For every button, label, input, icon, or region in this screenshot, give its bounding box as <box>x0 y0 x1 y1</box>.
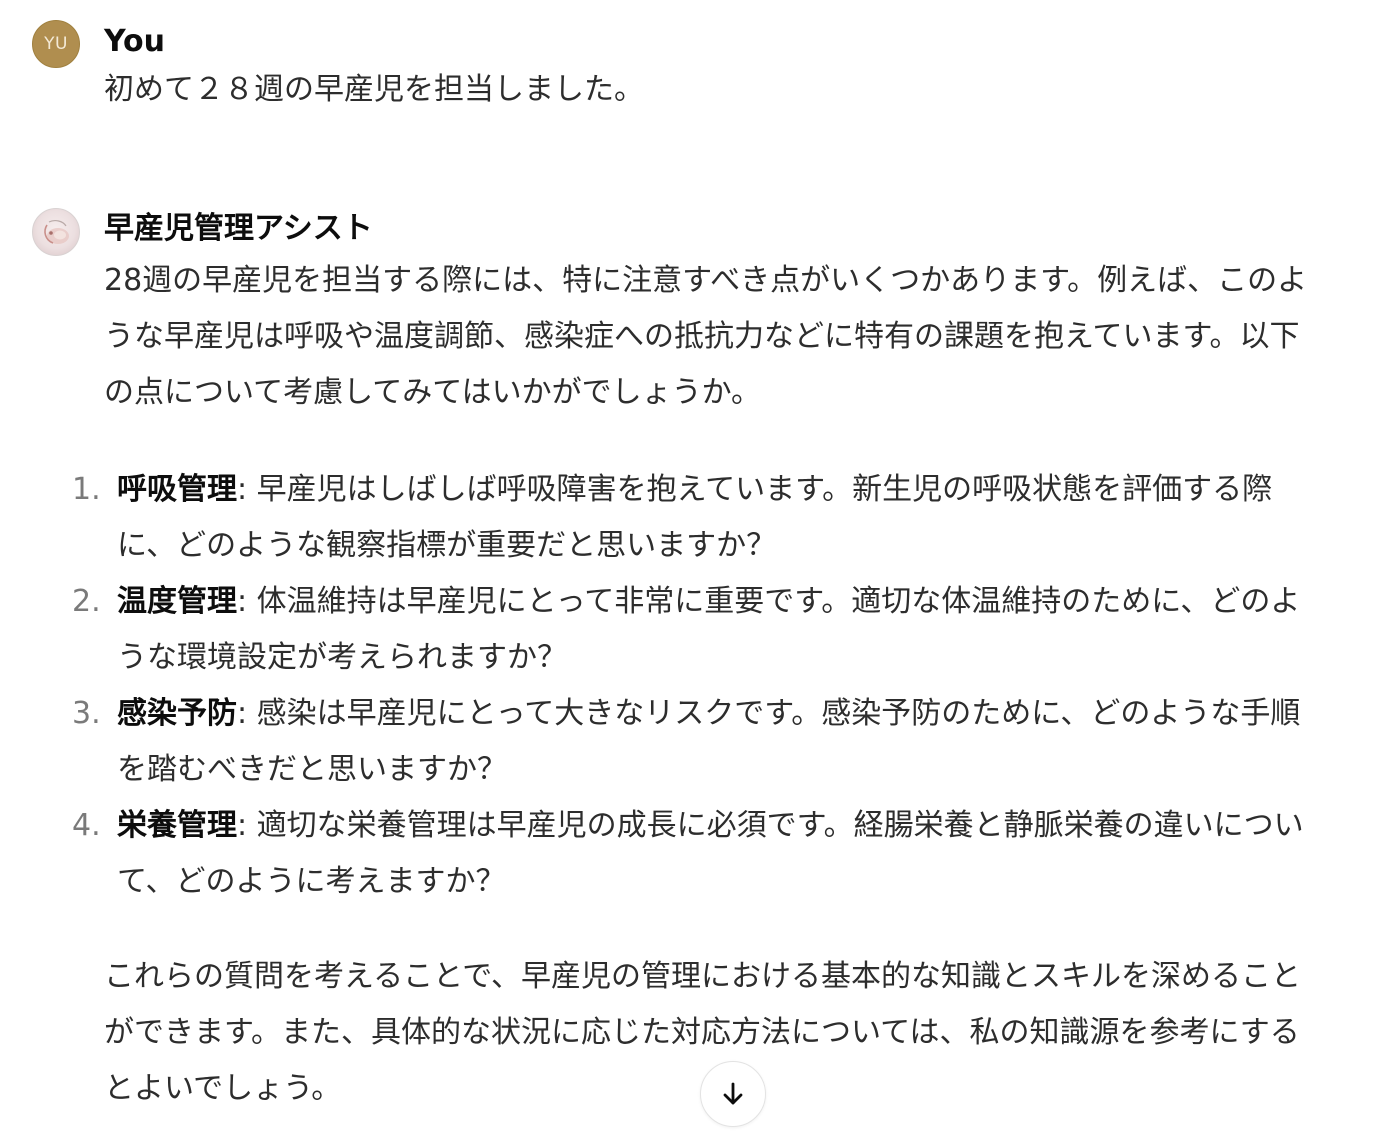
considerations-list: 1. 呼吸管理: 早産児はしばしば呼吸障害を抱えています。新生児の呼吸状態を評価す… <box>72 462 1322 910</box>
list-item-term: 感染予防 <box>117 696 237 731</box>
assistant-intro-paragraph: 28週の早産児を担当する際には、特に注意すべき点がいくつかあります。例えば、この… <box>104 263 1308 410</box>
assistant-avatar <box>32 208 80 256</box>
list-item: 3. 感染予防: 感染は早産児にとって大きなリスクです。感染予防のために、どのよう… <box>72 686 1322 798</box>
list-item: 2. 温度管理: 体温維持は早産児にとって非常に重要です。適切な体温維持のために、… <box>72 574 1322 686</box>
list-item-number: 4. <box>72 808 101 843</box>
list-item-number: 1. <box>72 472 101 507</box>
user-message-text: 初めて２８週の早産児を担当しました。 <box>104 62 1319 118</box>
list-item-body: : 早産児はしばしば呼吸障害を抱えています。新生児の呼吸状態を評価する際に、どの… <box>117 472 1273 563</box>
list-item-number: 2. <box>72 584 101 619</box>
list-item: 4. 栄養管理: 適切な栄養管理は早産児の成長に必須です。経腸栄養と静脈栄養の違い… <box>72 798 1322 910</box>
user-avatar-initials: YU <box>44 34 68 54</box>
arrow-down-icon <box>723 1082 743 1105</box>
assistant-author-name: 早産児管理アシスト <box>104 211 373 246</box>
list-item-number: 3. <box>72 696 101 731</box>
list-item-body: : 体温維持は早産児にとって非常に重要です。適切な体温維持のために、どのような環… <box>117 584 1301 675</box>
user-avatar: YU <box>32 20 80 68</box>
list-item: 1. 呼吸管理: 早産児はしばしば呼吸障害を抱えています。新生児の呼吸状態を評価す… <box>72 462 1322 574</box>
list-item-body: : 適切な栄養管理は早産児の成長に必須です。経腸栄養と静脈栄養の違いについて、ど… <box>117 808 1304 899</box>
assistant-intro: 28週の早産児を担当する際には、特に注意すべき点がいくつかあります。例えば、この… <box>104 253 1319 421</box>
gpt-avatar-icon <box>44 220 69 244</box>
list-item-body: : 感染は早産児にとって大きなリスクです。感染予防のために、どのような手順を踏む… <box>117 696 1301 787</box>
scroll-to-bottom-button[interactable] <box>700 1061 766 1127</box>
list-item-term: 温度管理 <box>117 584 237 619</box>
user-message-body: 初めて２８週の早産児を担当しました。 <box>104 72 644 107</box>
list-item-term: 栄養管理 <box>117 808 237 843</box>
user-author-name: You <box>104 24 165 59</box>
list-item-term: 呼吸管理 <box>117 472 237 507</box>
